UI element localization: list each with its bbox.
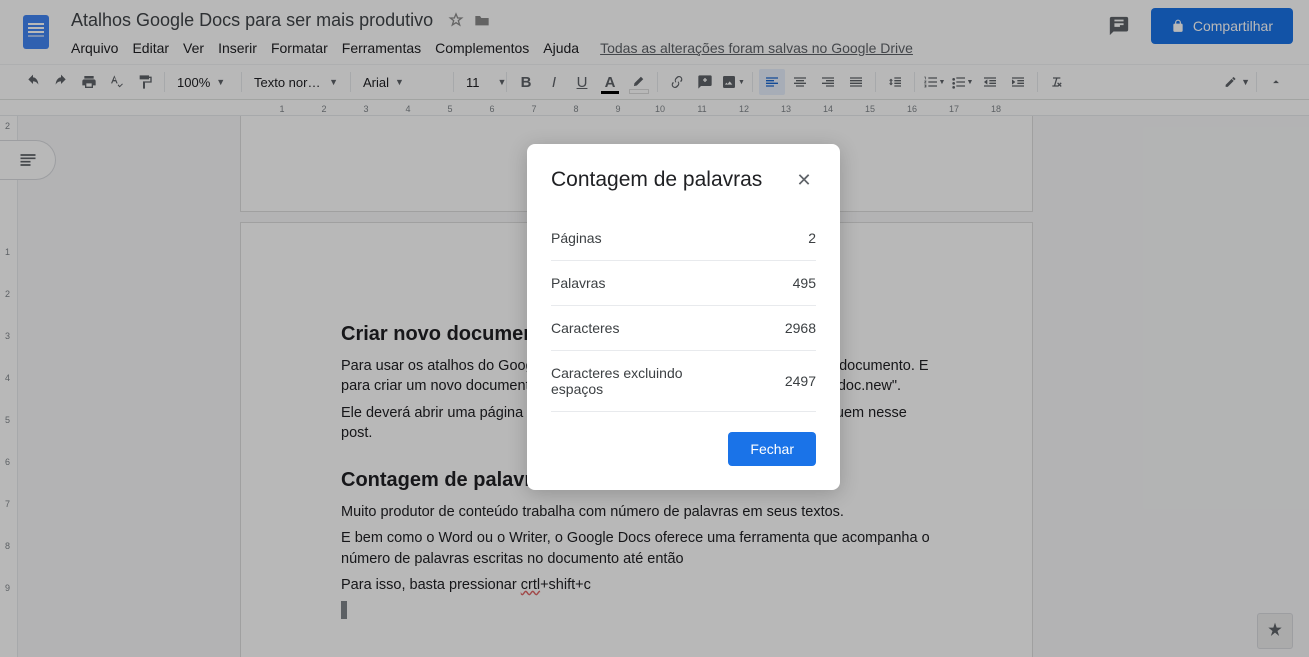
close-button[interactable]: Fechar [728, 432, 816, 466]
close-icon[interactable]: ✕ [792, 168, 816, 192]
dialog-title: Contagem de palavras [551, 168, 762, 192]
stat-row-characters-no-spaces: Caracteres excluindo espaços 2497 [551, 351, 816, 412]
stat-row-pages: Páginas 2 [551, 216, 816, 261]
word-count-dialog: Contagem de palavras ✕ Páginas 2 Palavra… [527, 144, 840, 490]
stat-row-words: Palavras 495 [551, 261, 816, 306]
stat-row-characters: Caracteres 2968 [551, 306, 816, 351]
